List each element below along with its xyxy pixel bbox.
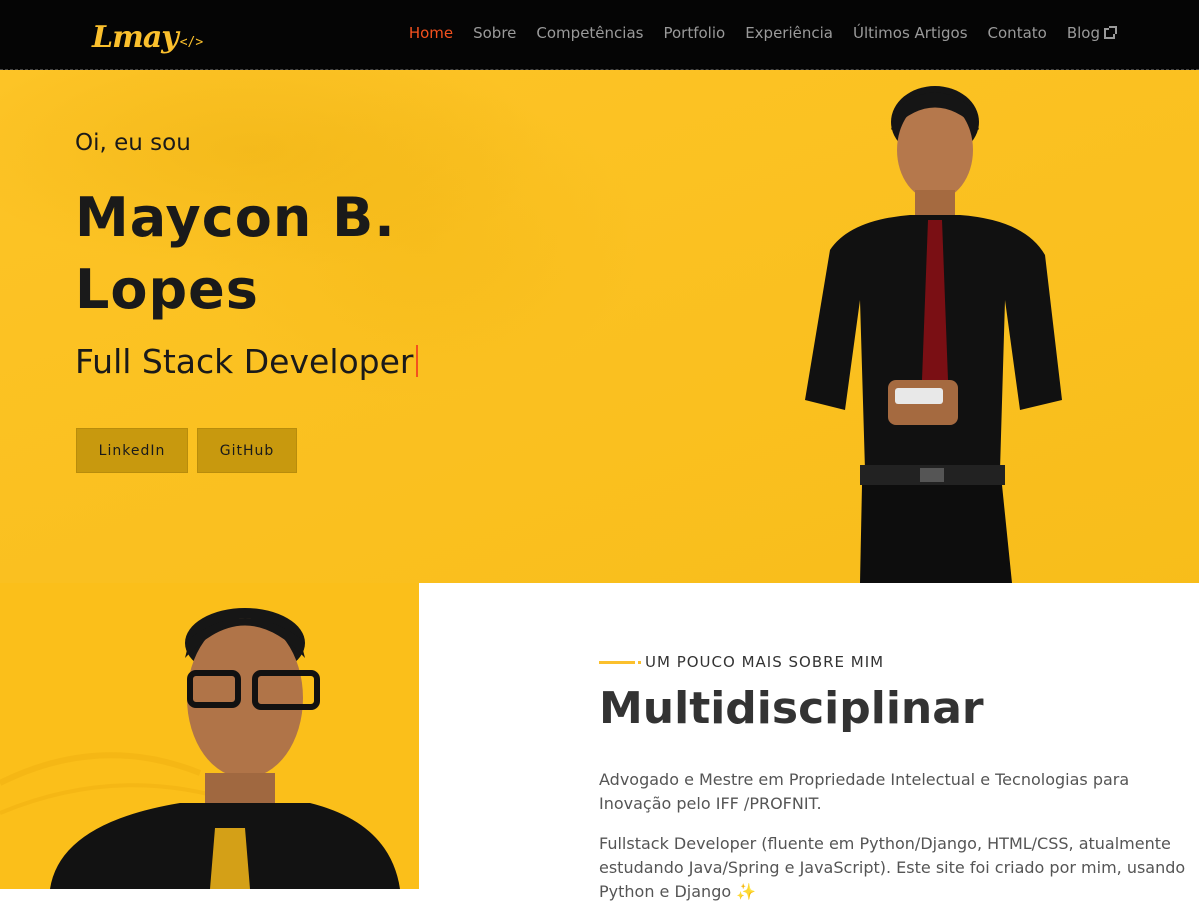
github-button[interactable]: GitHub: [197, 428, 297, 473]
nav-item-ultimos-artigos[interactable]: Últimos Artigos: [853, 24, 968, 42]
about-subtitle: UM POUCO MAIS SOBRE MIM: [599, 653, 884, 671]
nav-item-competencias[interactable]: Competências: [536, 24, 643, 42]
top-navbar: Lmay </> Home Sobre Competências Portfol…: [0, 0, 1199, 70]
logo-code-icon: </>: [179, 35, 204, 50]
about-paragraph-1: Advogado e Mestre em Propriedade Intelec…: [599, 770, 1130, 813]
nav-item-blog-label: Blog: [1066, 24, 1100, 42]
hero-name: Maycon B. Lopes: [75, 186, 396, 321]
hero-role: Full Stack Developer: [75, 342, 418, 381]
nav-item-portfolio[interactable]: Portfolio: [663, 24, 725, 42]
site-logo[interactable]: Lmay </>: [92, 10, 203, 58]
about-photo: [0, 583, 419, 889]
hero-role-text: Full Stack Developer: [75, 342, 414, 381]
nav-item-home[interactable]: Home: [409, 24, 453, 42]
typing-cursor: [415, 345, 418, 377]
logo-text: Lmay: [92, 20, 179, 55]
main-menu: Home Sobre Competências Portfolio Experi…: [409, 24, 1117, 42]
linkedin-button[interactable]: LinkedIn: [76, 428, 188, 473]
accent-line-icon: [599, 660, 641, 664]
external-link-icon: [1104, 26, 1117, 39]
about-paragraph-2: Fullstack Developer (fluente em Python/D…: [599, 834, 1186, 901]
hero-portrait: [805, 86, 1062, 583]
about-title: Multidisciplinar: [599, 683, 984, 734]
nav-item-sobre[interactable]: Sobre: [473, 24, 516, 42]
nav-item-blog[interactable]: Blog: [1066, 24, 1117, 42]
about-subtitle-text: UM POUCO MAIS SOBRE MIM: [645, 653, 885, 671]
nav-item-experiencia[interactable]: Experiência: [745, 24, 833, 42]
nav-item-contato[interactable]: Contato: [988, 24, 1047, 42]
about-section: UM POUCO MAIS SOBRE MIM Multidisciplinar…: [419, 583, 1199, 901]
hero-greeting: Oi, eu sou: [75, 130, 191, 156]
about-portrait: [0, 608, 400, 889]
hero-section: Oi, eu sou Maycon B. Lopes Full Stack De…: [0, 70, 1199, 583]
